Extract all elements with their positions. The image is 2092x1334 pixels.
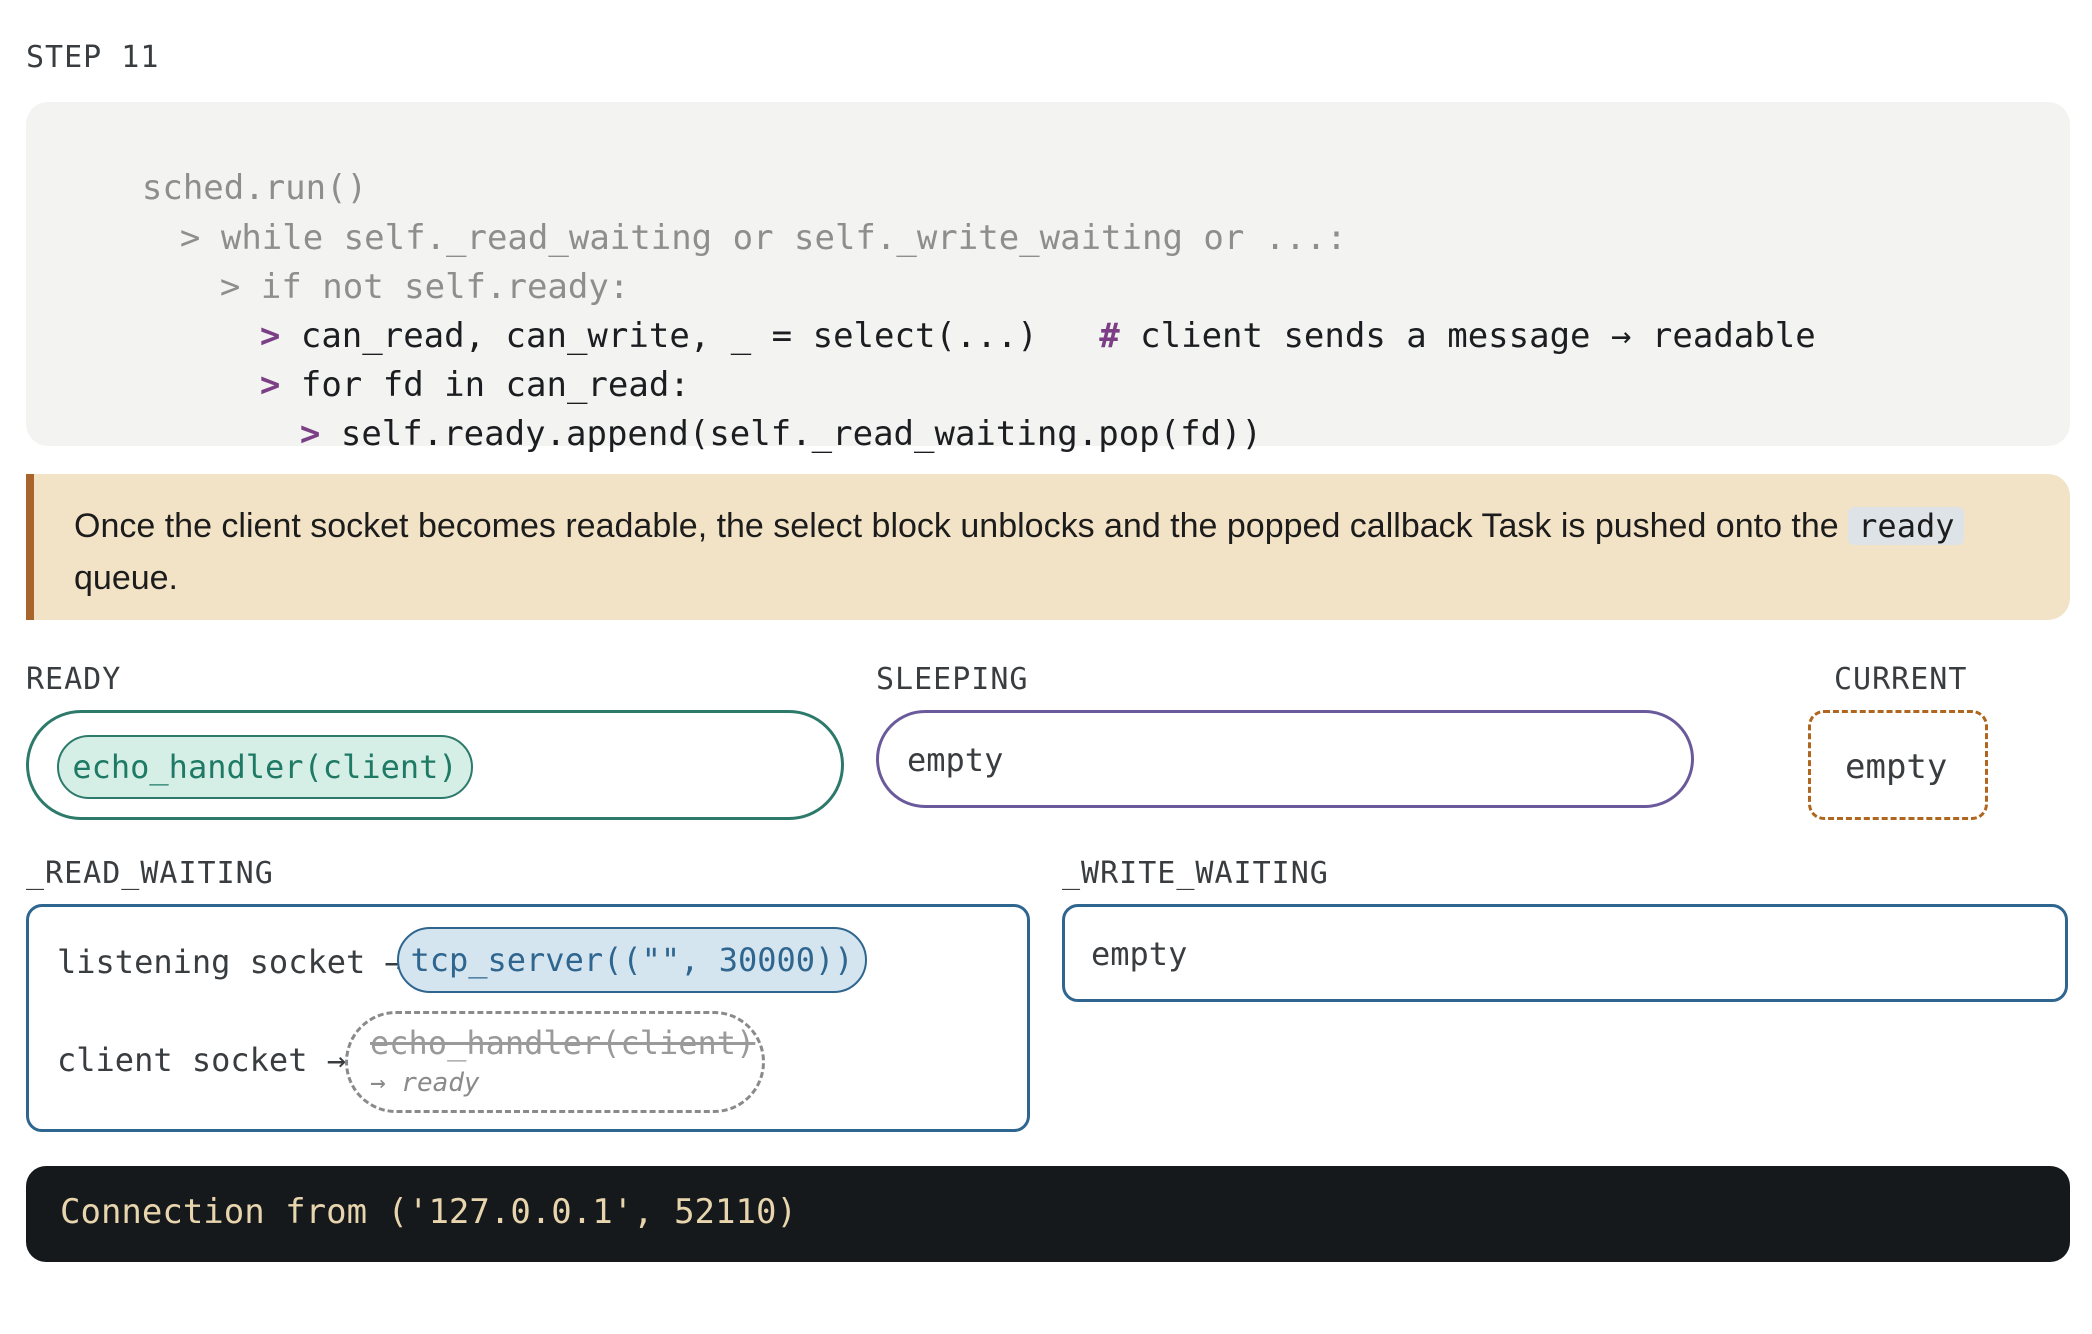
read-waiting-label: _READ_WAITING	[26, 856, 274, 891]
code-comment: client sends a message → readable	[1140, 316, 1816, 356]
inline-code-ready: ready	[1848, 507, 1965, 545]
popped-task-note: → ready	[370, 1068, 480, 1098]
sleeping-empty: empty	[907, 741, 1004, 779]
console-line: Connection from ('127.0.0.1', 52110)	[60, 1192, 797, 1232]
current-empty: empty	[1845, 747, 1948, 787]
current-slot: empty	[1808, 710, 1988, 820]
write-waiting-empty: empty	[1091, 935, 1188, 973]
read-waiting-key: client socket →	[57, 1041, 346, 1079]
ready-label: READY	[26, 662, 122, 697]
sleeping-queue: empty	[876, 710, 1694, 808]
popped-task-chip: echo_handler(client) → ready	[345, 1011, 765, 1113]
read-waiting-map: listening socket → tcp_server(("", 30000…	[26, 904, 1030, 1132]
read-waiting-task-chip: tcp_server(("", 30000))	[397, 927, 867, 993]
step-arrow-active: >	[299, 414, 321, 454]
current-label: CURRENT	[1834, 662, 1968, 697]
write-waiting-map: empty	[1062, 904, 2068, 1002]
explanation-callout: Once the client socket becomes readable,…	[26, 474, 2070, 620]
sleeping-label: SLEEPING	[876, 662, 1029, 697]
step-label: STEP 11	[26, 40, 160, 75]
code-block: sched.run() > while self._read_waiting o…	[26, 102, 2070, 454]
read-waiting-key: listening socket →	[57, 943, 404, 981]
ready-queue: echo_handler(client)	[26, 710, 844, 820]
ready-task-chip: echo_handler(client)	[57, 735, 473, 799]
write-waiting-label: _WRITE_WAITING	[1062, 856, 1329, 891]
comment-mark: #	[1099, 316, 1120, 356]
callout-text: Once the client socket becomes readable,…	[74, 500, 2034, 604]
popped-task-name: echo_handler(client)	[370, 1024, 756, 1062]
console-output: Connection from ('127.0.0.1', 52110)	[26, 1166, 2070, 1262]
